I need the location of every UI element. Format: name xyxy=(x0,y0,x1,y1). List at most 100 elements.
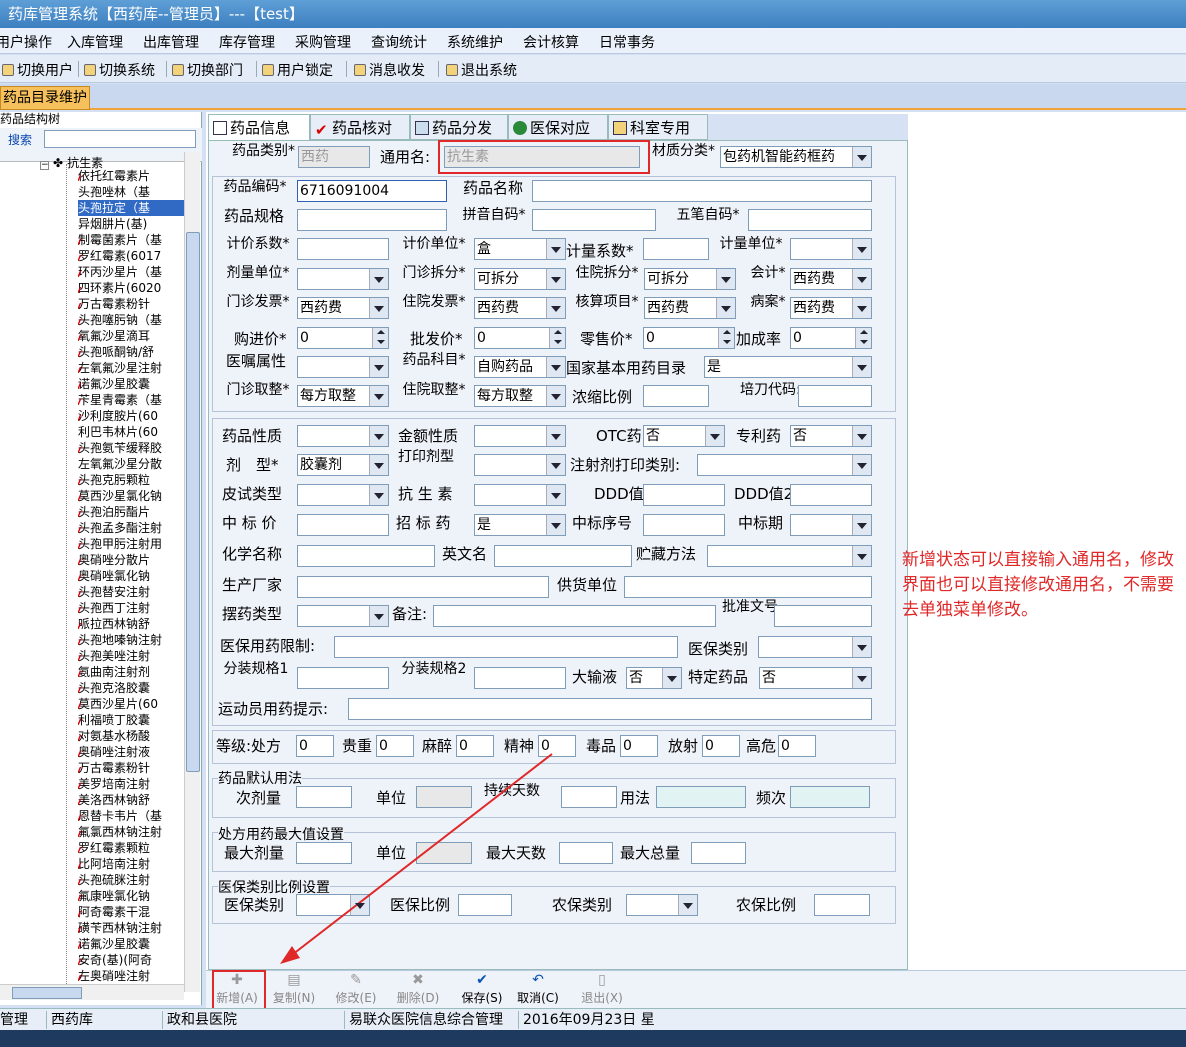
drug-name-input[interactable] xyxy=(532,180,872,202)
pack-spec2-input[interactable] xyxy=(474,667,566,689)
scroll-thumb-h[interactable] xyxy=(12,987,82,999)
menu-outbound[interactable]: 出库管理 xyxy=(143,32,199,52)
tree-item[interactable]: NEW氧氟沙星滴耳 xyxy=(78,328,184,344)
special-drug-select[interactable]: 否 xyxy=(759,667,872,689)
insurance-limit-input[interactable] xyxy=(334,636,678,658)
tree-item[interactable]: NEW制霉菌素片（基 xyxy=(78,232,184,248)
infusion-select[interactable]: 否 xyxy=(626,667,682,689)
farm-ratio-input[interactable] xyxy=(814,894,870,916)
tree-item[interactable]: NEW诺氟沙星胶囊 xyxy=(78,936,184,952)
tree-item[interactable]: NEW头孢噻肟钠（基 xyxy=(78,312,184,328)
user-lock-button[interactable]: 用户锁定 xyxy=(262,60,333,80)
tree-item[interactable]: NEW对氨基水杨酸 xyxy=(78,728,184,744)
tender-select[interactable]: 是 xyxy=(474,514,566,536)
concentrate-input[interactable] xyxy=(643,385,709,407)
tree-item[interactable]: NEW奥硝唑氯化钠 xyxy=(78,568,184,584)
tree-item[interactable]: NEW磺苄西林钠注射 xyxy=(78,920,184,936)
days-input[interactable] xyxy=(561,786,617,808)
op-roundup-select[interactable]: 每方取整 xyxy=(297,385,389,407)
tree-item[interactable]: NEW四环素片(6020 xyxy=(78,280,184,296)
tree-item[interactable]: NEW莫西沙星氯化钠 xyxy=(78,488,184,504)
insurance-type-select[interactable] xyxy=(758,636,872,658)
basic-list-select[interactable]: 是 xyxy=(704,356,872,378)
bid-no-input[interactable] xyxy=(643,514,725,536)
save-button[interactable]: ✔ 保存(S) xyxy=(460,973,504,1006)
qty-coef-input[interactable] xyxy=(643,238,709,260)
switch-dept-button[interactable]: 切换部门 xyxy=(172,60,243,80)
search-label[interactable]: 搜索 xyxy=(8,132,32,149)
toxic-input[interactable]: 0 xyxy=(620,735,658,757)
pack-spec1-input[interactable] xyxy=(297,667,389,689)
order-attr-select[interactable] xyxy=(297,356,389,378)
bid-price-input[interactable] xyxy=(297,514,389,536)
delete-button[interactable]: ✖ 删除(D) xyxy=(396,973,440,1006)
cancel-button[interactable]: ↶ 取消(C) xyxy=(516,973,560,1006)
tree-item[interactable]: NEW依托红霉素片 xyxy=(78,168,184,184)
supplier-input[interactable] xyxy=(624,576,872,598)
tree-item[interactable]: NEW左奥硝唑注射 xyxy=(78,968,184,984)
pinyin-input[interactable] xyxy=(532,209,656,231)
accounting-select[interactable]: 西药费 xyxy=(790,268,872,290)
drug-code-input[interactable]: 6716091004 xyxy=(297,180,447,202)
tree-item[interactable]: NEW安奇(基)(阿奇 xyxy=(78,952,184,968)
op-invoice-select[interactable]: 西药费 xyxy=(297,297,389,319)
otc-select[interactable]: 否 xyxy=(643,425,725,447)
markup-spinner[interactable]: 0 xyxy=(790,327,872,349)
switch-user-button[interactable]: 切换用户 xyxy=(2,60,73,80)
tree-item[interactable]: NEW环丙沙星片（基 xyxy=(78,264,184,280)
antibiotic-select[interactable] xyxy=(474,484,566,506)
max-total-input[interactable] xyxy=(691,842,746,864)
menu-user[interactable]: 用户操作 xyxy=(0,32,52,52)
place-type-select[interactable] xyxy=(297,605,389,627)
tree-item[interactable]: NEW美洛西林钠舒 xyxy=(78,792,184,808)
search-input[interactable] xyxy=(44,130,196,148)
retail-spinner[interactable]: 0 xyxy=(643,327,735,349)
material-select[interactable]: 包药机智能药框药 xyxy=(720,146,872,168)
tree-item[interactable]: ▯左氧氟沙星分散 xyxy=(78,456,184,472)
tree-item[interactable]: NEW头孢硫脒注射 xyxy=(78,872,184,888)
tree-vertical-scrollbar[interactable] xyxy=(184,152,200,992)
drug-spec-input[interactable] xyxy=(297,209,447,231)
tree-item[interactable]: NEW哌拉西林钠舒 xyxy=(78,616,184,632)
ip-split-select[interactable]: 可拆分 xyxy=(644,268,736,290)
tree-item[interactable]: NEW罗红霉素颗粒 xyxy=(78,840,184,856)
tree-item[interactable]: NEW头孢泊肟酯片 xyxy=(78,504,184,520)
tree-item[interactable]: ▯头孢唑林（基 xyxy=(78,184,184,200)
wubi-input[interactable] xyxy=(748,209,872,231)
price-unit-select[interactable]: 盒 xyxy=(474,238,566,260)
switch-system-button[interactable]: 切换系统 xyxy=(84,60,155,80)
audit-item-select[interactable]: 西药费 xyxy=(644,297,736,319)
ddd2-input[interactable] xyxy=(790,484,872,506)
tree-item[interactable]: NEW万古霉素粉针 xyxy=(78,296,184,312)
tree-item[interactable]: NEW头孢氨苄缓释胶 xyxy=(78,440,184,456)
tree-item[interactable]: NEW利福喷丁胶囊 xyxy=(78,712,184,728)
drug-tree[interactable]: −✤抗生素NEW依托红霉素片▯头孢唑林（基●头孢拉定（基✕异烟肼片(基)NEW制… xyxy=(0,152,184,990)
drug-property-select[interactable] xyxy=(297,425,389,447)
tree-item[interactable]: ●头孢拉定（基 xyxy=(78,200,184,216)
tree-item[interactable]: NEW罗红霉素(6017 xyxy=(78,248,184,264)
tree-item[interactable]: NEW头孢地嗪钠注射 xyxy=(78,632,184,648)
tab-drug-info[interactable]: 药品信息 xyxy=(208,114,310,140)
buy-price-spinner[interactable]: 0 xyxy=(297,327,389,349)
tree-item[interactable]: NEW苄星青霉素（基 xyxy=(78,392,184,408)
ip-roundup-select[interactable]: 每方取整 xyxy=(474,385,566,407)
tree-item[interactable]: NEW万古霉素粉针 xyxy=(78,760,184,776)
menu-purchase[interactable]: 采购管理 xyxy=(295,32,351,52)
tree-item[interactable]: NEW头孢西丁注射 xyxy=(78,600,184,616)
menu-stock[interactable]: 库存管理 xyxy=(219,32,275,52)
high-risk-input[interactable]: 0 xyxy=(778,735,816,757)
tree-item[interactable]: NEW头孢克洛胶囊 xyxy=(78,680,184,696)
wholesale-spinner[interactable]: 0 xyxy=(474,327,566,349)
price-coef-input[interactable] xyxy=(297,238,389,260)
menu-query[interactable]: 查询统计 xyxy=(371,32,427,52)
radio-input[interactable]: 0 xyxy=(702,735,740,757)
tab-drug-dispatch[interactable]: 药品分发 xyxy=(410,114,508,140)
amount-property-select[interactable] xyxy=(474,425,566,447)
exit-system-button[interactable]: 退出系统 xyxy=(446,60,517,80)
injection-print-select[interactable] xyxy=(697,454,872,476)
tree-item[interactable]: NEW头孢孟多酯注射 xyxy=(78,520,184,536)
collapse-icon[interactable]: − xyxy=(40,161,49,170)
menu-daily[interactable]: 日常事务 xyxy=(599,32,655,52)
tab-insurance[interactable]: 医保对应 xyxy=(508,114,608,140)
tree-item[interactable]: NEW氟康唑氯化钠 xyxy=(78,888,184,904)
